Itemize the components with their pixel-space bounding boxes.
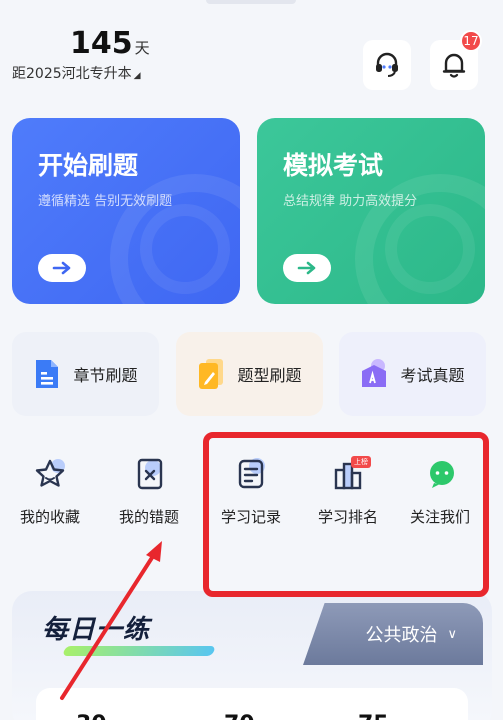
headset-icon xyxy=(376,52,398,77)
subject-label: 公共政治 xyxy=(365,625,438,646)
wrong-book-icon xyxy=(137,458,163,490)
stat-value: 30 xyxy=(76,712,107,720)
my-wrong-questions-shortcut[interactable]: 我的错题 xyxy=(104,456,194,536)
exam-icon xyxy=(362,359,387,387)
ranking-badge: 上榜 xyxy=(351,456,371,468)
card-subtitle: 总结规律 助力高效提分 xyxy=(283,194,418,209)
countdown-days: 145 xyxy=(70,26,133,61)
question-type-practice-tile[interactable]: 题型刷题 xyxy=(176,332,323,416)
card-title: 模拟考试 xyxy=(283,151,384,180)
mock-exam-card[interactable]: 模拟考试 总结规律 助力高效提分 xyxy=(257,118,485,304)
caret-icon: ◢ xyxy=(133,71,141,81)
card-decoration xyxy=(385,204,475,294)
shortcut-label: 我的收藏 xyxy=(19,508,80,526)
document-icon xyxy=(36,360,59,388)
arrow-right-icon xyxy=(297,261,316,275)
bell-icon xyxy=(442,53,466,78)
study-record-shortcut[interactable]: 学习记录 xyxy=(206,456,296,536)
wechat-icon xyxy=(430,461,454,488)
shortcut-label: 学习排名 xyxy=(317,508,378,526)
start-practice-card[interactable]: 开始刷题 遵循精选 告别无效刷题 xyxy=(12,118,240,304)
my-favorites-shortcut[interactable]: 我的收藏 xyxy=(5,456,95,536)
mock-exam-arrow-button[interactable] xyxy=(283,254,331,282)
tile-label: 考试真题 xyxy=(400,366,465,385)
tile-label: 章节刷题 xyxy=(73,366,138,385)
follow-us-shortcut[interactable]: 关注我们 xyxy=(404,456,503,536)
exam-countdown[interactable]: 145 天 距2025河北专升本 ◢ xyxy=(12,26,150,83)
shortcut-label: 学习记录 xyxy=(220,508,281,526)
title-underline xyxy=(62,646,216,656)
chevron-down-icon: ∨ xyxy=(447,626,457,642)
countdown-exam-label: 距2025河北专升本 xyxy=(12,66,132,82)
stat-value: 75 xyxy=(358,712,389,720)
card-subtitle: 遵循精选 告别无效刷题 xyxy=(38,194,173,209)
top-handle xyxy=(206,0,296,4)
study-ranking-shortcut[interactable]: 上榜 学习排名 xyxy=(303,456,393,536)
pencil-icon xyxy=(199,359,224,389)
record-icon xyxy=(238,458,265,489)
past-exam-tile[interactable]: 考试真题 xyxy=(339,332,486,416)
start-practice-arrow-button[interactable] xyxy=(38,254,86,282)
chapter-practice-tile[interactable]: 章节刷题 xyxy=(12,332,159,416)
tile-label: 题型刷题 xyxy=(237,366,302,385)
daily-practice-title: 每日一练 xyxy=(42,615,151,645)
star-icon xyxy=(35,459,65,487)
card-decoration xyxy=(140,204,230,294)
arrow-right-icon xyxy=(52,261,71,275)
daily-stats-card: 30 70 75 xyxy=(36,688,468,720)
shortcut-label: 我的错题 xyxy=(118,508,179,526)
card-title: 开始刷题 xyxy=(38,151,139,180)
notification-badge: 17 xyxy=(460,30,482,52)
customer-service-button[interactable] xyxy=(363,40,411,90)
notification-button[interactable]: 17 xyxy=(430,30,482,90)
subject-selector[interactable]: 公共政治 ∨ xyxy=(303,603,483,665)
countdown-unit: 天 xyxy=(134,39,150,57)
shortcut-label: 关注我们 xyxy=(410,508,471,526)
stat-value: 70 xyxy=(224,712,255,720)
